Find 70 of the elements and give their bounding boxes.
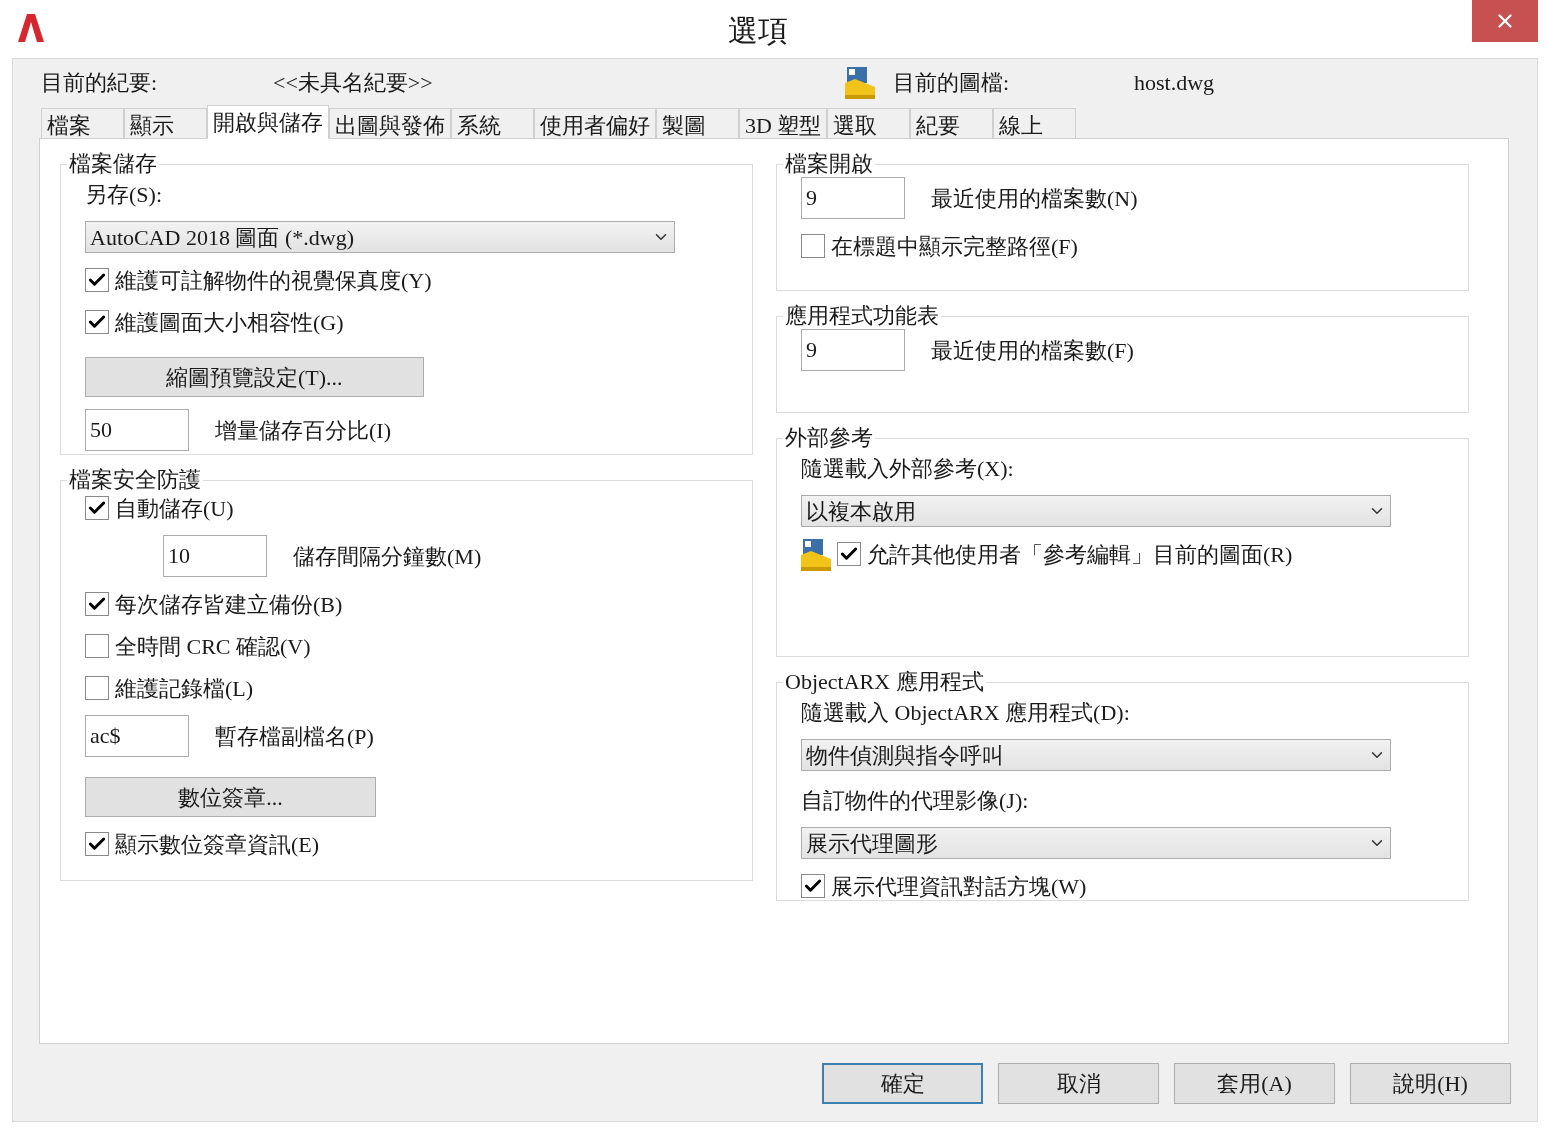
group-title: 外部參考 xyxy=(784,425,874,451)
dialog-button[interactable]: 數位簽章... xyxy=(85,777,376,817)
dialog-button[interactable]: 套用(A) xyxy=(1174,1063,1335,1104)
checkbox[interactable] xyxy=(801,874,825,898)
number-field[interactable]: 10 xyxy=(163,535,267,577)
dropdown[interactable]: 物件偵測與指令呼叫 xyxy=(801,739,1391,771)
tab[interactable]: 顯示 xyxy=(124,108,207,139)
group-title: 檔案開啟 xyxy=(784,151,874,177)
drawing-label: 目前的圖檔: xyxy=(893,68,1011,97)
dropdown[interactable]: 展示代理圖形 xyxy=(801,827,1391,859)
checkbox-label: 展示代理資訊對話方塊(W) xyxy=(831,872,1087,901)
number-field[interactable]: 9 xyxy=(801,329,905,371)
checkbox[interactable] xyxy=(85,676,109,700)
dropdown[interactable]: AutoCAD 2018 圖面 (*.dwg) xyxy=(85,221,675,253)
checkbox[interactable] xyxy=(837,542,861,566)
drawing-file-icon xyxy=(845,65,875,99)
checkbox[interactable] xyxy=(801,234,825,258)
tab[interactable]: 檔案 xyxy=(41,108,124,139)
tab[interactable]: 出圖與發佈 xyxy=(329,108,451,139)
field-label: 增量儲存百分比(I) xyxy=(215,416,391,445)
checkbox-label: 維護可註解物件的視覺保真度(Y) xyxy=(115,266,432,295)
field-label: 最近使用的檔案數(N) xyxy=(931,184,1138,213)
checkbox-label: 維護記錄檔(L) xyxy=(115,674,254,703)
app-logo xyxy=(18,14,44,42)
dialog-button[interactable]: 確定 xyxy=(822,1063,983,1104)
field-label: 暫存檔副檔名(P) xyxy=(215,722,374,751)
tab[interactable]: 紀要 xyxy=(910,108,994,139)
checkbox[interactable] xyxy=(85,268,109,292)
checkbox-label: 每次儲存皆建立備份(B) xyxy=(115,590,343,619)
tab[interactable]: 使用者偏好 xyxy=(534,108,656,139)
field-label: 隨選載入外部參考(X): xyxy=(801,455,1015,483)
checkbox-label: 全時間 CRC 確認(V) xyxy=(115,632,311,661)
field-label: 最近使用的檔案數(F) xyxy=(931,336,1134,365)
field-label: 隨選載入 ObjectARX 應用程式(D): xyxy=(801,699,1131,727)
checkbox-label: 允許其他使用者「參考編輯」目前的圖面(R) xyxy=(867,540,1293,569)
number-field[interactable]: 50 xyxy=(85,409,189,451)
tab[interactable]: 系統 xyxy=(451,108,534,139)
tab[interactable]: 開啟與儲存 xyxy=(207,105,329,139)
window-title: 選項 xyxy=(727,13,789,49)
field-label: 自訂物件的代理影像(J): xyxy=(801,787,1030,815)
tab[interactable]: 製圖 xyxy=(656,108,739,139)
dialog-button[interactable]: 說明(H) xyxy=(1350,1063,1511,1104)
dropdown[interactable]: 以複本啟用 xyxy=(801,495,1391,527)
group-title: ObjectARX 應用程式 xyxy=(784,669,985,695)
group-title: 檔案安全防護 xyxy=(68,467,202,493)
checkbox[interactable] xyxy=(85,496,109,520)
drawing-value: host.dwg xyxy=(1134,68,1215,97)
profile-label: 目前的紀要: xyxy=(41,68,159,97)
checkbox[interactable] xyxy=(85,832,109,856)
dialog-button[interactable]: 取消 xyxy=(998,1063,1159,1104)
group-title: 檔案儲存 xyxy=(68,151,158,177)
field-label: 儲存間隔分鐘數(M) xyxy=(293,542,482,571)
checkbox[interactable] xyxy=(85,592,109,616)
profile-value: <<未具名紀要>> xyxy=(273,68,434,97)
tab[interactable]: 線上 xyxy=(993,108,1077,139)
checkbox[interactable] xyxy=(85,634,109,658)
tab[interactable]: 選取 xyxy=(827,108,911,139)
close-button[interactable] xyxy=(1472,0,1538,42)
checkbox-label: 自動儲存(U) xyxy=(115,494,234,523)
dialog-button[interactable]: 縮圖預覽設定(T)... xyxy=(85,357,424,397)
number-field[interactable]: 9 xyxy=(801,177,905,219)
checkbox[interactable] xyxy=(85,310,109,334)
checkbox-label: 顯示數位簽章資訊(E) xyxy=(115,830,320,859)
group-title: 應用程式功能表 xyxy=(784,303,940,329)
drawing-file-icon xyxy=(801,537,831,571)
field-label: 另存(S): xyxy=(85,181,163,209)
number-field[interactable]: ac$ xyxy=(85,715,189,757)
tab[interactable]: 3D 塑型 xyxy=(739,108,828,139)
checkbox-label: 在標題中顯示完整路徑(F) xyxy=(831,232,1078,261)
checkbox-label: 維護圖面大小相容性(G) xyxy=(115,308,344,337)
